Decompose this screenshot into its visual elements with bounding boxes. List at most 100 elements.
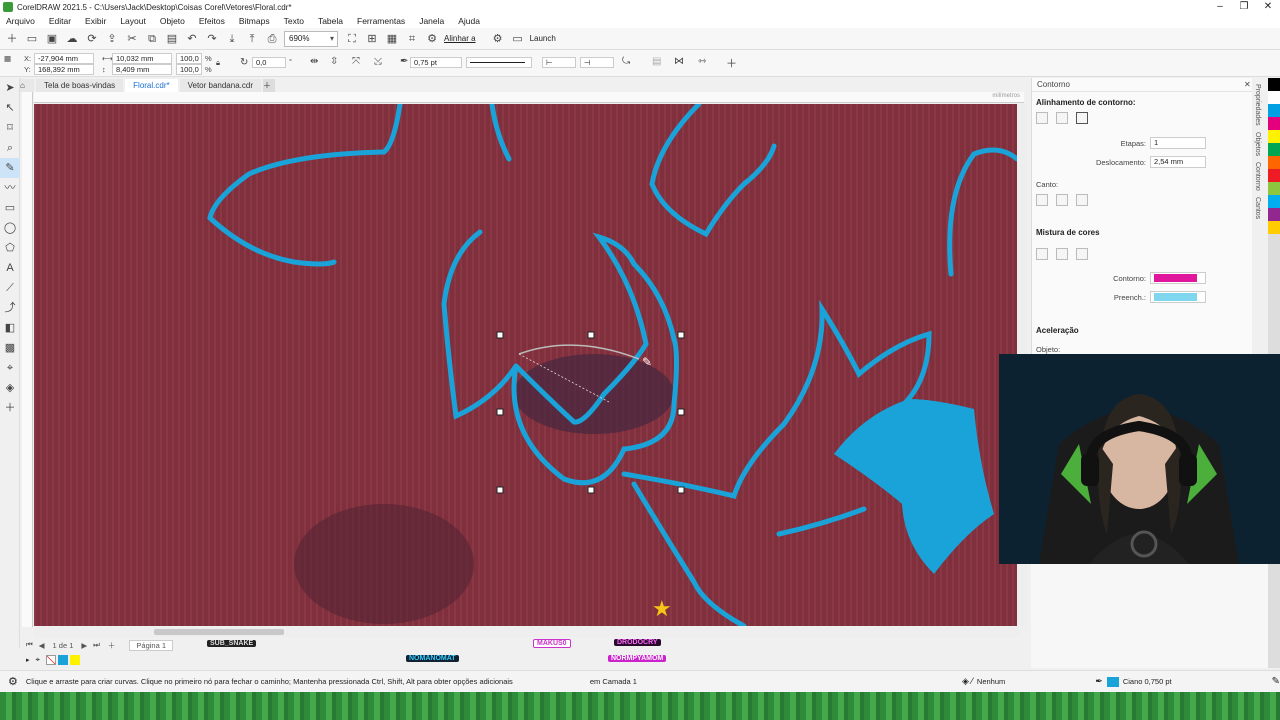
outline-width-field[interactable]: 0,75 pt <box>410 57 462 68</box>
cut-icon[interactable]: ✂ <box>124 31 140 47</box>
close-curve-icon[interactable]: ⤩ <box>374 56 382 67</box>
palette-swatch[interactable] <box>1268 208 1280 221</box>
palette-swatch[interactable] <box>1268 143 1280 156</box>
spline-icon[interactable]: ⇿ <box>698 56 706 67</box>
tab-floral[interactable]: Floral.cdr* <box>125 79 178 92</box>
selection-handle[interactable] <box>587 331 595 339</box>
transparency-tool-icon[interactable]: ▩ <box>0 338 20 358</box>
palette-swatch[interactable] <box>1268 182 1280 195</box>
height-field[interactable]: 8,409 mm <box>112 64 172 75</box>
docker-close-icon[interactable]: ✕ <box>1244 80 1251 89</box>
fill-tool-icon[interactable]: ◈ <box>0 378 20 398</box>
palette-swatch[interactable] <box>1268 169 1280 182</box>
scroll-thumb[interactable] <box>154 629 284 635</box>
redo-icon[interactable]: ↷ <box>204 31 220 47</box>
angle-field[interactable]: 0,0 <box>252 57 286 68</box>
menu-ajuda[interactable]: Ajuda <box>458 16 480 26</box>
selection-handle[interactable] <box>496 486 504 494</box>
corner-miter-icon[interactable] <box>1036 194 1048 206</box>
corner-bevel-icon[interactable] <box>1076 194 1088 206</box>
offset-field[interactable]: 2,54 mm <box>1150 156 1206 168</box>
new-document-icon[interactable]: ＋ <box>4 31 20 47</box>
palette-swatch[interactable] <box>1268 156 1280 169</box>
add-icon[interactable]: ＋ <box>726 55 737 71</box>
maximize-icon[interactable]: ❐ <box>1232 0 1256 14</box>
menu-efeitos[interactable]: Efeitos <box>199 16 225 26</box>
line-style-combo[interactable] <box>466 57 532 68</box>
zoom-combo[interactable]: 690% <box>284 30 338 47</box>
swatch-none[interactable] <box>46 655 57 665</box>
sidetab-properties[interactable]: Propriedades <box>1254 84 1261 126</box>
rulers-icon[interactable]: ⊞ <box>364 31 380 47</box>
start-arrow-combo[interactable]: ⊢ <box>542 57 576 68</box>
vertical-ruler[interactable] <box>22 92 33 627</box>
scale-y-field[interactable]: 100,0 <box>176 64 202 75</box>
align-to-label[interactable]: Alinhar a <box>444 34 476 43</box>
drop-shadow-icon[interactable]: ◧ <box>0 318 20 338</box>
crop-tool-icon[interactable]: ⌑ <box>0 118 20 138</box>
align-outside-icon[interactable] <box>1036 112 1048 124</box>
tab-new-icon[interactable]: ＋ <box>263 79 275 92</box>
mirror-h-icon[interactable]: ⇹ <box>310 56 318 67</box>
curve-smoothing-icon[interactable]: ⋈ <box>674 56 684 67</box>
end-arrow-combo[interactable]: ⊣ <box>580 57 614 68</box>
swatch-cyan[interactable] <box>58 655 69 665</box>
palette-swatch[interactable] <box>1268 221 1280 234</box>
horizontal-scrollbar[interactable] <box>34 627 1019 637</box>
tab-home-icon[interactable]: ⌂ <box>20 79 34 92</box>
next-page-icon[interactable]: ▶ <box>81 641 87 650</box>
artistic-media-icon[interactable]: 〰 <box>0 178 20 198</box>
palette-swatch[interactable] <box>1268 195 1280 208</box>
sidetab-contour[interactable]: Contorno <box>1254 162 1261 191</box>
open-icon[interactable]: ▭ <box>24 31 40 47</box>
menu-ferramentas[interactable]: Ferramentas <box>357 16 405 26</box>
horizontal-ruler[interactable]: milímetros <box>34 92 1024 103</box>
shape-tool-icon[interactable]: ↖ <box>0 98 20 118</box>
drawing-canvas[interactable]: ✎ ★ <box>34 104 1017 626</box>
palette-swatch[interactable] <box>1268 104 1280 117</box>
pick-tool-icon[interactable]: ➤ <box>0 78 20 98</box>
text-tool-icon[interactable]: A <box>0 258 20 278</box>
export-icon[interactable]: ⤒ <box>244 31 260 47</box>
status-edit-icon[interactable]: ✎ <box>1272 676 1280 687</box>
blend-counter-icon[interactable] <box>1076 248 1088 260</box>
width-field[interactable]: 10,032 mm <box>112 53 172 64</box>
menu-tabela[interactable]: Tabela <box>318 16 343 26</box>
launch-label[interactable]: Launch <box>530 34 556 43</box>
import-icon[interactable]: ⤓ <box>224 31 240 47</box>
add-tool-icon[interactable]: ＋ <box>0 398 20 418</box>
menu-bitmaps[interactable]: Bitmaps <box>239 16 270 26</box>
sidetab-objects[interactable]: Objetos <box>1254 132 1261 156</box>
selection-handle[interactable] <box>677 408 685 416</box>
palette-swatch[interactable] <box>1268 117 1280 130</box>
node-tools-icon[interactable]: ⤧ <box>352 56 360 67</box>
ellipse-tool-icon[interactable]: ◯ <box>0 218 20 238</box>
scale-x-field[interactable]: 100,0 <box>176 53 202 64</box>
menu-texto[interactable]: Texto <box>284 16 304 26</box>
y-position-field[interactable]: 168,392 mm <box>34 64 94 75</box>
menu-janela[interactable]: Janela <box>419 16 444 26</box>
upload-icon[interactable]: ⇪ <box>104 31 120 47</box>
options-icon[interactable]: ⚙ <box>424 31 440 47</box>
swatch-yellow[interactable] <box>70 655 81 665</box>
add-page-icon[interactable]: ＋ <box>108 640 116 651</box>
align-center-icon[interactable] <box>1056 112 1068 124</box>
fill-color-picker[interactable] <box>1150 291 1206 303</box>
mirror-v-icon[interactable]: ⇳ <box>330 56 338 67</box>
selection-handle[interactable] <box>677 331 685 339</box>
minimize-icon[interactable]: – <box>1208 0 1232 14</box>
snap-icon[interactable]: ⌗ <box>404 31 420 47</box>
align-inside-icon[interactable] <box>1076 112 1088 124</box>
wrap-text-icon[interactable]: ⤿ <box>622 56 630 67</box>
page-tab[interactable]: Página 1 <box>129 639 174 651</box>
menu-exibir[interactable]: Exibir <box>85 16 106 26</box>
close-icon[interactable]: ✕ <box>1256 0 1280 14</box>
corner-round-icon[interactable] <box>1056 194 1068 206</box>
selection-handle[interactable] <box>677 486 685 494</box>
eyedropper-icon[interactable]: ⌖ <box>0 358 20 378</box>
tab-bandana[interactable]: Vetor bandana.cdr <box>179 79 261 92</box>
settings-gear-icon[interactable]: ⚙ <box>490 31 506 47</box>
status-gear-icon[interactable]: ⚙ <box>8 675 18 688</box>
cloud-icon[interactable]: ☁ <box>64 31 80 47</box>
contour-color-picker[interactable] <box>1150 272 1206 284</box>
